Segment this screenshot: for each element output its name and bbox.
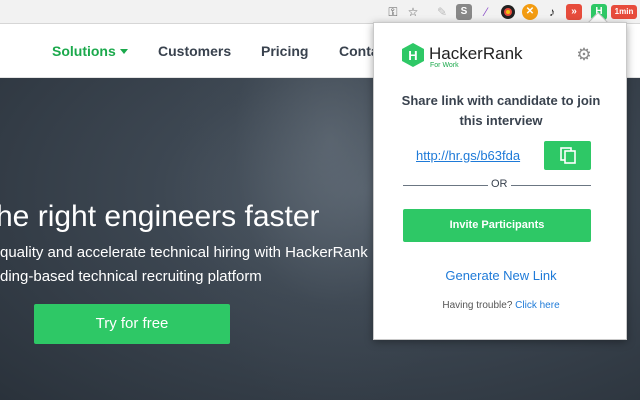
copy-icon <box>560 147 576 164</box>
extension-s-icon[interactable]: S <box>456 4 472 20</box>
chevron-down-icon <box>119 49 128 54</box>
browser-toolbar: ⚿ ☆ ✎ S ⁄ ✕ ♪ » H 1min <box>0 0 640 24</box>
or-divider-right <box>511 185 591 186</box>
nav-customers[interactable]: Customers <box>158 43 231 59</box>
nav-solutions-label: Solutions <box>52 43 116 59</box>
trouble-text: Having trouble? Click here <box>394 300 608 311</box>
share-link[interactable]: http://hr.gs/b63fda <box>416 148 520 163</box>
extension-orange-icon[interactable]: ✕ <box>522 4 538 20</box>
key-icon[interactable]: ⚿ <box>385 4 401 20</box>
generate-new-link[interactable]: Generate New Link <box>394 268 608 283</box>
extension-forward-icon[interactable]: » <box>566 4 582 20</box>
copy-link-button[interactable] <box>544 141 591 170</box>
hackerrank-logo-icon: H <box>402 43 424 67</box>
or-divider-left <box>403 185 488 186</box>
click-here-link[interactable]: Click here <box>515 300 559 311</box>
invite-participants-button[interactable]: Invite Participants <box>403 209 591 242</box>
timer-extension-badge[interactable]: 1min <box>611 5 637 19</box>
logo-subtitle: For Work <box>430 62 459 69</box>
logo-letter: H <box>408 48 417 63</box>
star-icon[interactable]: ☆ <box>405 4 421 20</box>
logo-text: HackerRank <box>429 44 523 63</box>
hero-headline: he right engineers faster <box>0 200 320 233</box>
nav-solutions[interactable]: Solutions <box>52 43 128 59</box>
trouble-label: Having trouble? <box>442 300 513 311</box>
share-instructions: Share link with candidate to join this i… <box>401 93 601 128</box>
hero-subline-1: quality and accelerate technical hiring … <box>0 244 368 261</box>
extension-pen-icon[interactable]: ⁄ <box>478 4 494 20</box>
hackerrank-popup: H HackerRank For Work ⚙ Share link with … <box>373 22 627 340</box>
nav-pricing[interactable]: Pricing <box>261 43 308 59</box>
hero-subline-2: ding-based technical recruiting platform <box>0 268 262 285</box>
gear-icon[interactable]: ⚙ <box>574 45 594 65</box>
try-for-free-button[interactable]: Try for free <box>34 304 230 344</box>
extension-music-icon[interactable]: ♪ <box>544 4 560 20</box>
or-label: OR <box>491 178 508 190</box>
extension-circle-icon[interactable] <box>500 4 516 20</box>
extension-feather-icon[interactable]: ✎ <box>434 4 450 20</box>
